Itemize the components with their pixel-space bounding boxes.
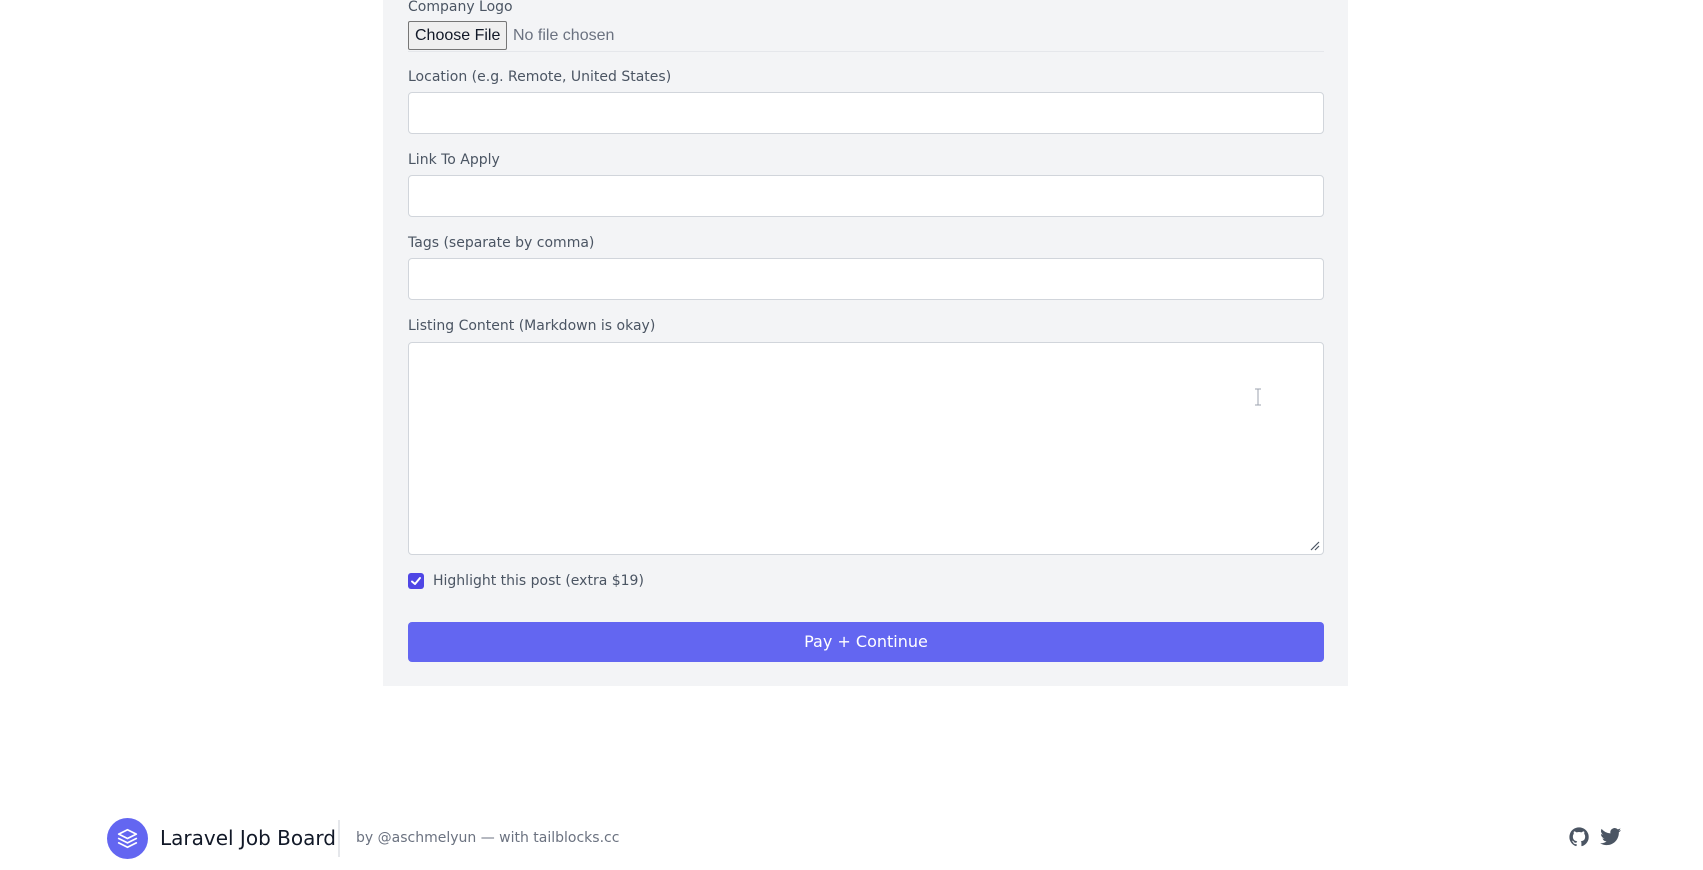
resize-grip-icon[interactable] xyxy=(1310,541,1320,551)
pay-continue-button[interactable]: Pay + Continue xyxy=(408,622,1324,662)
twitter-icon[interactable] xyxy=(1600,826,1622,848)
company-logo-label: Company Logo xyxy=(408,0,513,15)
job-post-form: Company Logo Choose File No file chosen … xyxy=(383,0,1348,686)
page: Company Logo Choose File No file chosen … xyxy=(0,0,1703,870)
github-icon[interactable] xyxy=(1568,826,1590,848)
company-logo-file-input[interactable]: Choose File No file chosen xyxy=(408,21,1324,52)
listing-content-textarea[interactable] xyxy=(408,342,1324,555)
choose-file-button[interactable]: Choose File xyxy=(408,21,508,50)
brand-logo-icon[interactable] xyxy=(107,818,148,859)
listing-content-label: Listing Content (Markdown is okay) xyxy=(408,318,656,334)
check-icon xyxy=(411,577,421,585)
tags-input[interactable] xyxy=(408,258,1324,300)
footer-credit: by @aschmelyun — with tailblocks.cc xyxy=(356,830,620,846)
tags-label: Tags (separate by comma) xyxy=(408,235,595,251)
apply-link-input[interactable] xyxy=(408,175,1324,217)
footer-divider xyxy=(338,820,340,857)
apply-link-label: Link To Apply xyxy=(408,152,500,168)
brand-name[interactable]: Laravel Job Board xyxy=(160,825,336,851)
file-status-text: No file chosen xyxy=(513,27,615,44)
location-input[interactable] xyxy=(408,92,1324,134)
location-label: Location (e.g. Remote, United States) xyxy=(408,69,672,85)
highlight-checkbox[interactable] xyxy=(408,573,424,589)
text-cursor-icon xyxy=(1255,388,1261,406)
footer: Laravel Job Board by @aschmelyun — with … xyxy=(0,800,1703,870)
highlight-label: Highlight this post (extra $19) xyxy=(433,573,644,589)
